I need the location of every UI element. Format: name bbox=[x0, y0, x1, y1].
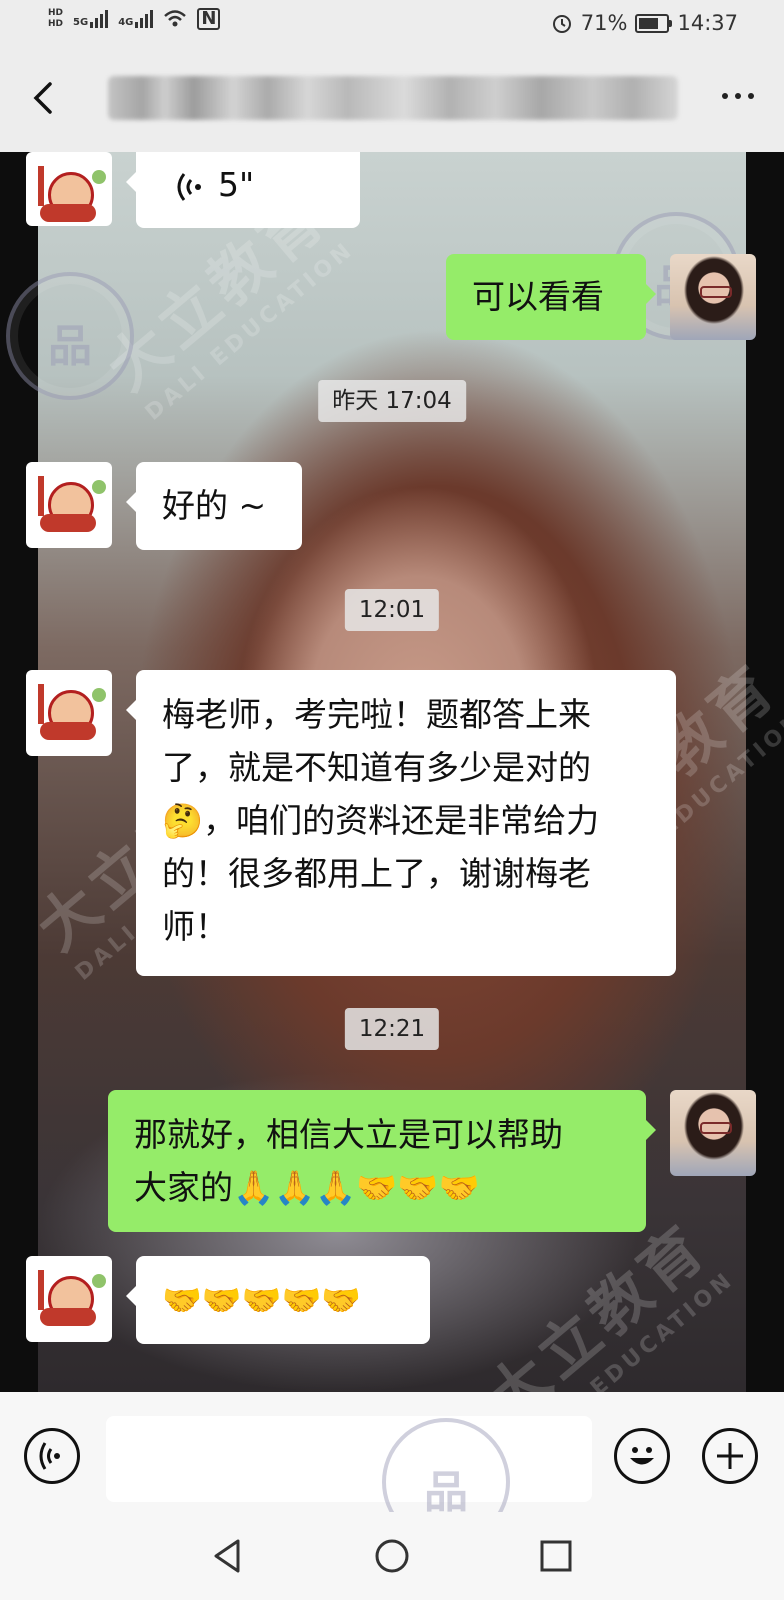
voice-input-button[interactable] bbox=[24, 1428, 80, 1484]
message-text: 可以看看 bbox=[472, 277, 604, 316]
network-type-2: 4G bbox=[118, 17, 134, 28]
hd1-label: HD bbox=[48, 8, 64, 18]
message-line: 了，就是不知道有多少是对的 bbox=[162, 748, 591, 787]
message-text: 好的 ~ bbox=[162, 486, 267, 525]
alarm-icon bbox=[552, 15, 571, 33]
my-avatar[interactable] bbox=[670, 254, 756, 340]
clock: 14:37 bbox=[677, 11, 738, 35]
message-line: 梅老师，考完啦！题都答上来 bbox=[162, 695, 591, 734]
input-bar bbox=[0, 1392, 784, 1546]
emoji-icon bbox=[630, 1447, 654, 1465]
voice-message-bubble[interactable]: 5" bbox=[126, 152, 360, 228]
message-line: 的！很多都用上了，谢谢梅老 bbox=[162, 854, 591, 893]
received-message-bubble[interactable]: 梅老师，考完啦！题都答上来 了，就是不知道有多少是对的 🤔，咱们的资料还是非常给… bbox=[126, 670, 676, 976]
voice-duration: 5" bbox=[218, 165, 255, 204]
contact-avatar[interactable] bbox=[26, 670, 112, 756]
sent-message-bubble[interactable]: 那就好，相信大立是可以帮助 大家的🙏🙏🙏🤝🤝🤝 bbox=[108, 1090, 656, 1232]
battery-percentage: 71% bbox=[580, 11, 628, 35]
chat-title-blurred bbox=[108, 76, 678, 120]
status-bar: HD HD 5G 4G N 71% 14:37 bbox=[0, 0, 784, 48]
message-line: 大家的🙏🙏🙏🤝🤝🤝 bbox=[134, 1168, 480, 1207]
message-line: 那就好，相信大立是可以帮助 bbox=[134, 1115, 563, 1154]
battery-icon bbox=[635, 13, 673, 33]
chat-area[interactable]: 大立教育DALI EDUCATION 大立教育DALI EDUCATION 大立… bbox=[0, 152, 784, 1392]
signal-icon-2: 4G bbox=[118, 10, 154, 28]
network-type-1: 5G bbox=[73, 17, 89, 28]
back-arrow-icon[interactable] bbox=[26, 78, 66, 118]
timestamp: 昨天 17:04 bbox=[318, 380, 466, 422]
nav-home-icon[interactable] bbox=[372, 1536, 412, 1576]
contact-avatar[interactable] bbox=[26, 152, 112, 226]
more-functions-button[interactable] bbox=[702, 1428, 758, 1484]
plus-icon bbox=[717, 1443, 743, 1469]
nav-back-icon[interactable] bbox=[208, 1536, 248, 1576]
my-avatar[interactable] bbox=[670, 1090, 756, 1176]
voice-icon bbox=[39, 1442, 60, 1470]
watermark-seal bbox=[6, 272, 134, 400]
message-line: 🤔，咱们的资料还是非常给力 bbox=[162, 801, 600, 840]
message-input[interactable] bbox=[106, 1416, 592, 1502]
contact-avatar[interactable] bbox=[26, 1256, 112, 1342]
nav-recent-apps-icon[interactable] bbox=[536, 1536, 576, 1576]
received-message-bubble[interactable]: 好的 ~ bbox=[126, 462, 302, 550]
more-options-icon[interactable] bbox=[722, 93, 754, 99]
contact-avatar[interactable] bbox=[26, 462, 112, 548]
sent-message-bubble[interactable]: 可以看看 bbox=[446, 254, 656, 340]
chat-header bbox=[0, 48, 784, 152]
hd-indicator: HD HD bbox=[48, 8, 63, 30]
received-message-bubble[interactable]: 🤝🤝🤝🤝🤝 bbox=[126, 1256, 430, 1344]
voice-wave-icon bbox=[177, 172, 201, 201]
timestamp: 12:21 bbox=[344, 1008, 440, 1050]
signal-icon-1: 5G bbox=[73, 10, 109, 28]
message-text: 🤝🤝🤝🤝🤝 bbox=[162, 1281, 362, 1319]
timestamp: 12:01 bbox=[344, 589, 440, 631]
nfc-icon: N bbox=[197, 8, 221, 30]
hd2-label: HD bbox=[48, 19, 64, 29]
wifi-icon bbox=[164, 10, 187, 27]
system-navigation-bar bbox=[0, 1512, 784, 1600]
message-line: 师！ bbox=[162, 907, 228, 946]
emoji-button[interactable] bbox=[614, 1428, 670, 1484]
